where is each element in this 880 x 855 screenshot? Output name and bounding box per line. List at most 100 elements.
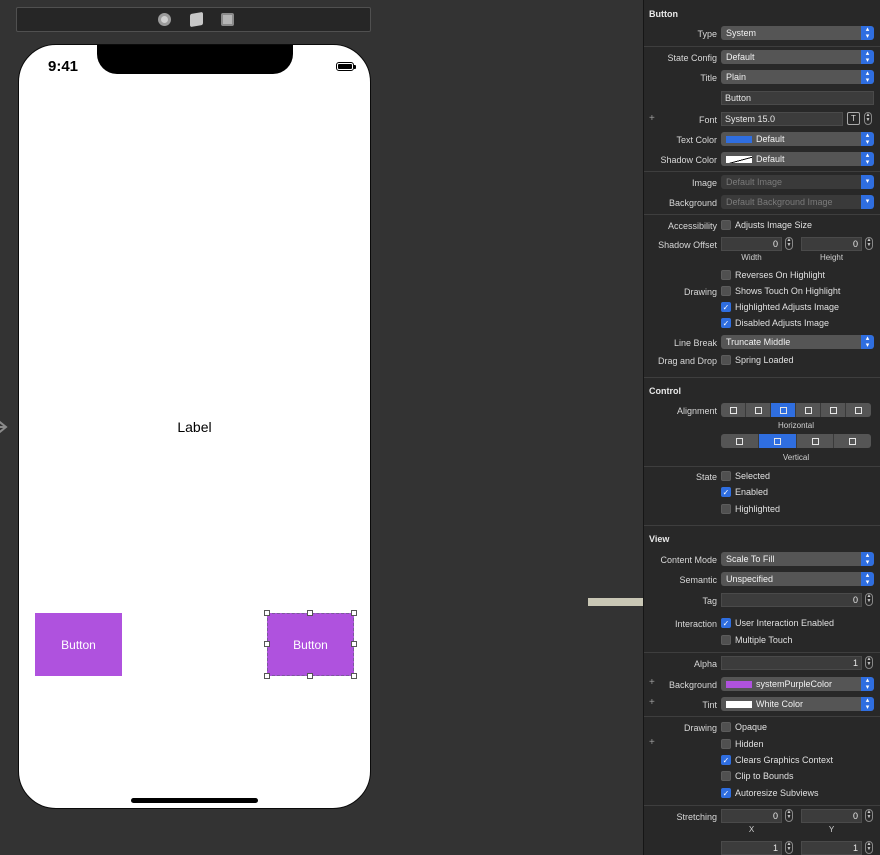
view-controller-icon[interactable] — [158, 13, 171, 26]
view-drawing-option-label: Hidden — [735, 739, 764, 749]
stretching-y-field[interactable]: 0 — [801, 809, 862, 823]
align-top-icon[interactable] — [721, 434, 759, 448]
shadow-offset-label: Shadow Offset — [658, 240, 717, 250]
status-bar-time: 9:41 — [48, 58, 79, 75]
stretching-height-stepper[interactable]: ▲ ▼ — [865, 841, 873, 854]
section-title-view: View — [649, 534, 670, 544]
adjusts-image-size-checkbox[interactable] — [721, 220, 731, 230]
spring-loaded-checkbox[interactable] — [721, 355, 731, 365]
section-title-control: Control — [649, 386, 681, 396]
text-color-popup[interactable]: Default ▴ ▾ — [721, 132, 874, 146]
type-popup[interactable]: System ▴ ▾ — [721, 26, 874, 40]
image-combo[interactable]: Default Image ▾ — [721, 175, 874, 189]
drawing-option-label: Reverses On Highlight — [735, 270, 826, 280]
title-text-field[interactable]: Button — [721, 91, 874, 105]
content-mode-popup[interactable]: Scale To Fill ▴ ▾ — [721, 552, 874, 566]
shadow-offset-width-field[interactable]: 0 — [721, 237, 782, 251]
shadow-offset-height-stepper[interactable]: ▲ ▼ — [865, 237, 873, 250]
stretching-x-field[interactable]: 0 — [721, 809, 782, 823]
horizontal-alignment-control[interactable] — [721, 403, 871, 417]
stretching-width-field[interactable]: 1 — [721, 841, 782, 855]
chevron-updown-icon: ▴ ▾ — [861, 26, 874, 40]
image-label: Image — [691, 178, 717, 188]
align-left-icon[interactable] — [721, 403, 746, 417]
user-interaction-checkbox[interactable]: ✓ — [721, 618, 731, 628]
align-vertical-fill-icon[interactable] — [834, 434, 871, 448]
alpha-stepper[interactable]: ▲ ▼ — [865, 656, 873, 669]
state-config-popup[interactable]: Default ▴ ▾ — [721, 50, 874, 64]
interaction-option-label: Multiple Touch — [735, 635, 793, 645]
reverses-on-highlight-checkbox[interactable] — [721, 270, 731, 280]
highlighted-checkbox[interactable] — [721, 504, 731, 514]
exit-icon[interactable] — [221, 13, 234, 26]
stretching-width-stepper[interactable]: ▲ ▼ — [785, 841, 793, 854]
iphone-device-frame: 9:41 Label Button Button — [18, 44, 371, 809]
alignment-label: Alignment — [676, 406, 717, 416]
background-color-popup[interactable]: systemPurpleColor ▴ ▾ — [721, 677, 874, 691]
device-notch — [97, 45, 293, 74]
view-drawing-option-label: Clip to Bounds — [735, 771, 794, 781]
stretching-height-field[interactable]: 1 — [801, 841, 862, 855]
alpha-field[interactable]: 1 — [721, 656, 862, 670]
font-field[interactable]: System 15.0 — [721, 112, 843, 126]
line-break-popup[interactable]: Truncate Middle ▴ ▾ — [721, 335, 874, 349]
shadow-offset-height-field[interactable]: 0 — [801, 237, 862, 251]
resize-handle[interactable] — [351, 641, 357, 647]
align-right-icon[interactable] — [796, 403, 821, 417]
align-middle-icon[interactable] — [759, 434, 797, 448]
left-button[interactable]: Button — [35, 613, 122, 676]
shadow-offset-width-stepper[interactable]: ▲ ▼ — [785, 237, 793, 250]
align-trailing-icon[interactable] — [846, 403, 871, 417]
title-label: Title — [700, 73, 717, 83]
multiple-touch-checkbox[interactable] — [721, 635, 731, 645]
label-view[interactable]: Label — [19, 419, 370, 435]
tint-color-popup[interactable]: White Color ▴ ▾ — [721, 697, 874, 711]
opaque-checkbox[interactable] — [721, 722, 731, 732]
resize-handle[interactable] — [264, 673, 270, 679]
autoresize-subviews-checkbox[interactable]: ✓ — [721, 788, 731, 798]
first-responder-icon[interactable] — [190, 11, 203, 28]
text-color-label: Text Color — [676, 135, 717, 145]
tint-color-swatch — [726, 701, 752, 709]
resize-handle[interactable] — [351, 610, 357, 616]
state-option-label: Enabled — [735, 487, 769, 497]
align-center-icon[interactable] — [746, 403, 771, 417]
shows-touch-checkbox[interactable] — [721, 286, 731, 296]
vertical-alignment-control[interactable] — [721, 434, 871, 448]
highlighted-adjusts-image-checkbox[interactable]: ✓ — [721, 302, 731, 312]
background-image-combo[interactable]: Default Background Image ▾ — [721, 195, 874, 209]
align-bottom-icon[interactable] — [797, 434, 834, 448]
interaction-label: Interaction — [674, 619, 717, 629]
tag-stepper[interactable]: ▲ ▼ — [865, 593, 873, 606]
chevron-updown-icon: ▴ ▾ — [861, 552, 874, 566]
divider — [644, 525, 880, 526]
divider — [644, 171, 880, 172]
selected-checkbox[interactable] — [721, 471, 731, 481]
clip-to-bounds-checkbox[interactable] — [721, 771, 731, 781]
divider — [644, 466, 880, 467]
plus-icon[interactable]: + — [649, 737, 655, 748]
clears-graphics-context-checkbox[interactable]: ✓ — [721, 755, 731, 765]
storyboard-canvas[interactable]: 9:41 Label Button Button — [0, 0, 690, 855]
enabled-checkbox[interactable]: ✓ — [721, 487, 731, 497]
align-leading-icon[interactable] — [821, 403, 846, 417]
state-option-label: Selected — [735, 471, 771, 481]
x-caption: X — [748, 825, 755, 834]
stretching-x-stepper[interactable]: ▲ ▼ — [785, 809, 793, 822]
stretching-y-stepper[interactable]: ▲ ▼ — [865, 809, 873, 822]
resize-handle[interactable] — [307, 610, 313, 616]
font-picker-icon[interactable]: T — [847, 112, 860, 125]
align-fill-icon[interactable] — [771, 403, 796, 417]
shadow-color-popup[interactable]: Default ▴ ▾ — [721, 152, 874, 166]
resize-handle[interactable] — [307, 673, 313, 679]
selected-right-button[interactable]: Button — [267, 613, 354, 676]
resize-handle[interactable] — [264, 610, 270, 616]
tag-field[interactable]: 0 — [721, 593, 862, 607]
semantic-popup[interactable]: Unspecified ▴ ▾ — [721, 572, 874, 586]
resize-handle[interactable] — [351, 673, 357, 679]
hidden-checkbox[interactable] — [721, 739, 731, 749]
resize-handle[interactable] — [264, 641, 270, 647]
disabled-adjusts-image-checkbox[interactable]: ✓ — [721, 318, 731, 328]
title-style-popup[interactable]: Plain ▴ ▾ — [721, 70, 874, 84]
font-size-stepper[interactable]: ▲ ▼ — [864, 112, 872, 125]
